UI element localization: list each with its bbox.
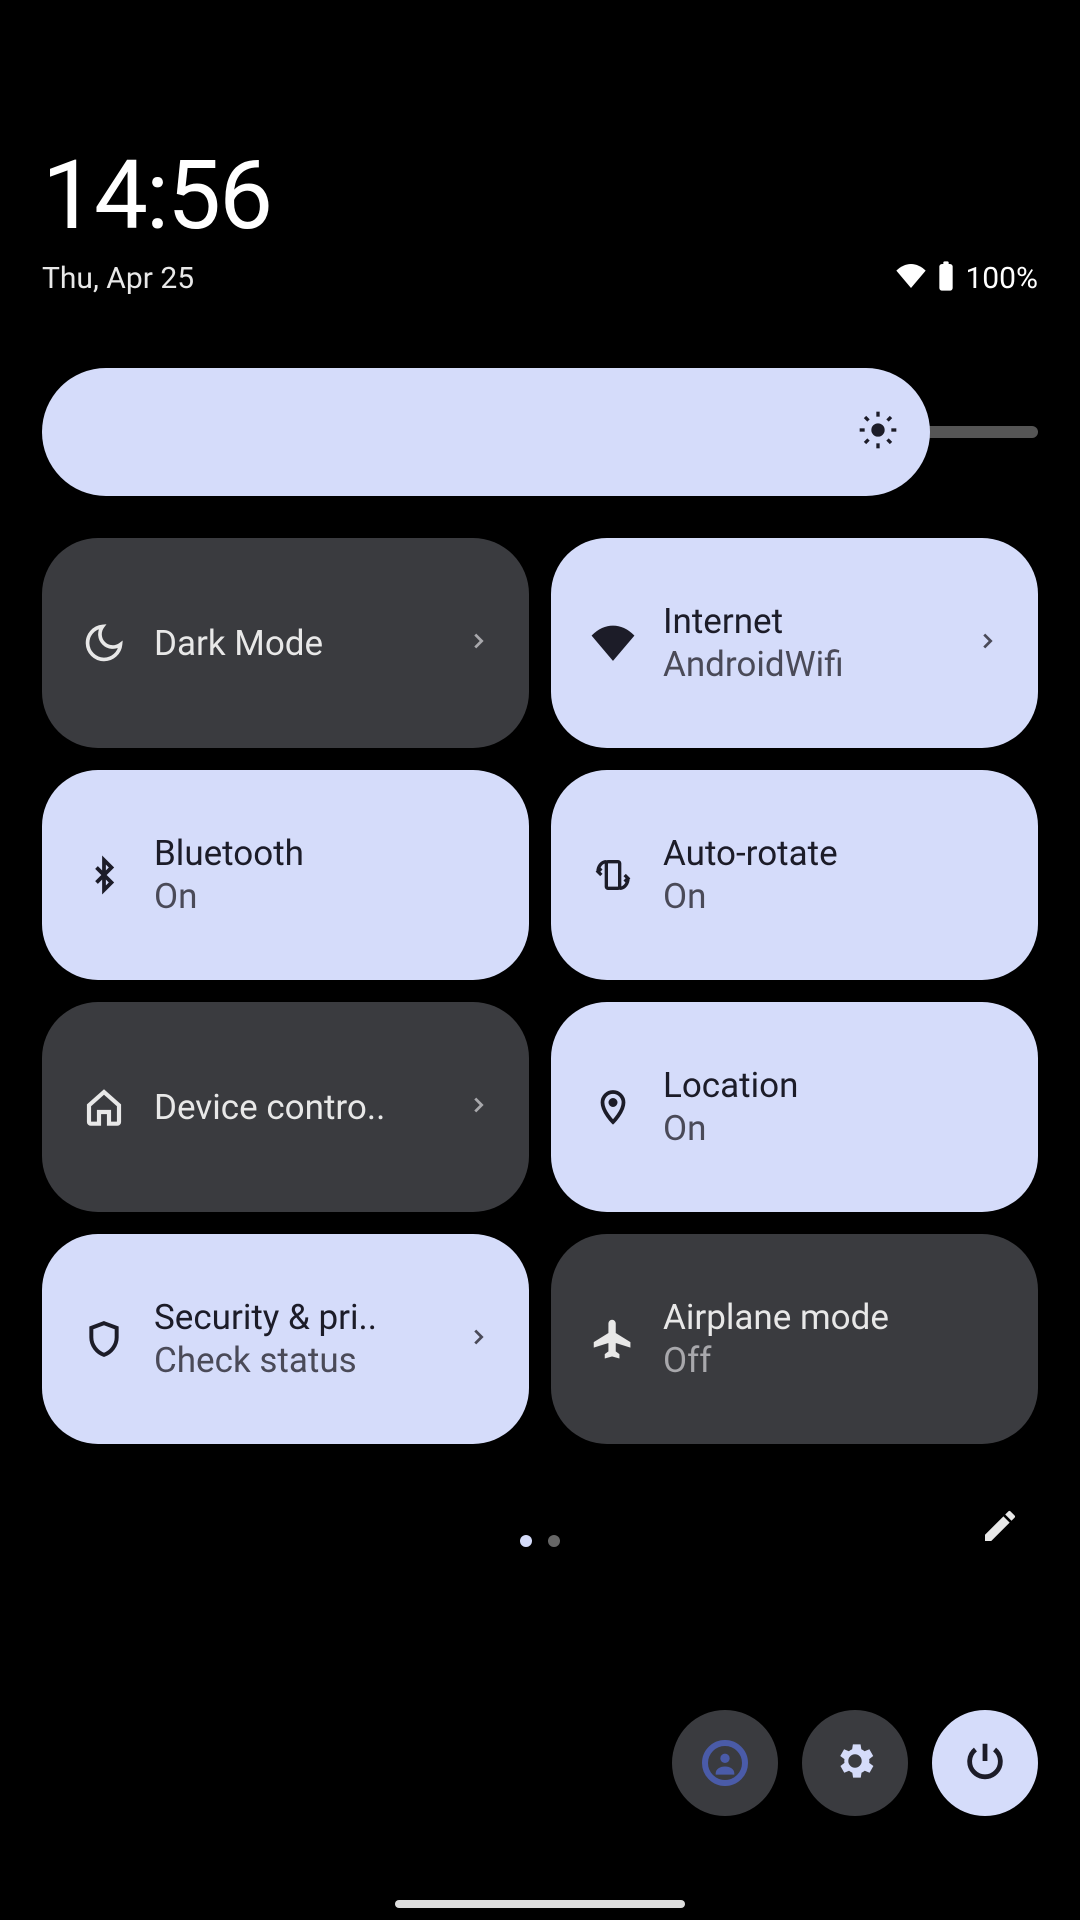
page-dot-2[interactable]	[548, 1535, 560, 1547]
page-dot-1[interactable]	[520, 1535, 532, 1547]
chevron-right-icon	[467, 1094, 493, 1120]
date: Thu, Apr 25	[42, 261, 194, 296]
airplane-icon	[587, 1317, 639, 1361]
chevron-right-icon	[976, 630, 1002, 656]
tile-bluetooth[interactable]: Bluetooth On	[42, 770, 529, 980]
user-switcher-button[interactable]	[672, 1710, 778, 1816]
tile-subtitle: On	[154, 876, 493, 917]
tile-airplane-mode[interactable]: Airplane mode Off	[551, 1234, 1038, 1444]
wifi-icon	[587, 621, 639, 665]
tile-location[interactable]: Location On	[551, 1002, 1038, 1212]
brightness-icon	[858, 410, 898, 454]
tile-subtitle: AndroidWifi	[663, 644, 966, 685]
chevron-right-icon	[467, 1326, 493, 1352]
qs-tiles: Dark Mode Internet AndroidWifi Bluetooth…	[0, 496, 1080, 1486]
footer-actions	[672, 1710, 1038, 1816]
tile-device-controls[interactable]: Device contro..	[42, 1002, 529, 1212]
home-indicator[interactable]	[395, 1900, 685, 1908]
tile-subtitle: Off	[663, 1340, 1002, 1381]
chevron-right-icon	[467, 630, 493, 656]
pager	[0, 1486, 1080, 1566]
settings-button[interactable]	[802, 1710, 908, 1816]
tile-title: Auto-rotate	[663, 833, 1002, 874]
gear-icon	[832, 1738, 878, 1788]
tile-title: Airplane mode	[663, 1297, 1002, 1338]
home-icon	[78, 1087, 130, 1127]
qs-header: 14:56 Thu, Apr 25 100%	[0, 0, 1080, 326]
rotate-icon	[587, 853, 639, 897]
tile-title: Security & pri..	[154, 1297, 457, 1338]
tile-title: Internet	[663, 601, 966, 642]
power-icon	[962, 1738, 1008, 1788]
shield-icon	[78, 1317, 130, 1361]
bluetooth-icon	[78, 853, 130, 897]
tile-subtitle: On	[663, 1108, 1002, 1149]
moon-icon	[78, 621, 130, 665]
tile-security-privacy[interactable]: Security & pri.. Check status	[42, 1234, 529, 1444]
tile-title: Device contro..	[154, 1087, 457, 1128]
tile-subtitle: On	[663, 876, 1002, 917]
clock: 14:56	[42, 140, 1038, 252]
tile-title: Dark Mode	[154, 623, 457, 664]
tile-title: Location	[663, 1065, 1002, 1106]
brightness-slider[interactable]	[0, 368, 1080, 496]
edit-tiles-button[interactable]	[980, 1506, 1020, 1550]
battery-icon	[937, 260, 955, 296]
tile-dark-mode[interactable]: Dark Mode	[42, 538, 529, 748]
tile-internet[interactable]: Internet AndroidWifi	[551, 538, 1038, 748]
tile-title: Bluetooth	[154, 833, 493, 874]
tile-auto-rotate[interactable]: Auto-rotate On	[551, 770, 1038, 980]
wifi-icon	[895, 260, 927, 296]
tile-subtitle: Check status	[154, 1340, 457, 1381]
power-button[interactable]	[932, 1710, 1038, 1816]
user-icon	[702, 1740, 748, 1786]
status-icons: 100%	[895, 260, 1038, 296]
location-icon	[587, 1085, 639, 1129]
battery-percent: 100%	[965, 261, 1038, 296]
